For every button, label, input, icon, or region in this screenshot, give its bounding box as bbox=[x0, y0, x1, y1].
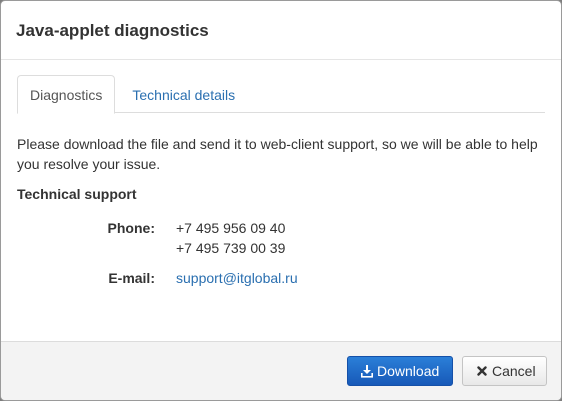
diagnostics-dialog: Java-applet diagnostics Diagnostics Tech… bbox=[0, 0, 562, 401]
phone-number-1: +7 495 956 09 40 bbox=[176, 220, 286, 236]
dialog-body: Diagnostics Technical details Please dow… bbox=[1, 60, 561, 340]
dialog-footer: Download Cancel bbox=[1, 341, 561, 400]
cancel-button-label: Cancel bbox=[492, 363, 536, 379]
dialog-title: Java-applet diagnostics bbox=[16, 21, 209, 40]
email-label: E-mail: bbox=[108, 270, 155, 286]
download-icon bbox=[361, 364, 373, 378]
technical-support-heading: Technical support bbox=[17, 186, 137, 202]
phone-numbers: +7 495 956 09 40 +7 495 739 00 39 bbox=[176, 218, 285, 258]
tab-bar: Diagnostics Technical details bbox=[17, 75, 545, 114]
cancel-button[interactable]: Cancel bbox=[462, 356, 547, 386]
close-icon bbox=[476, 364, 488, 378]
email-value: support@itglobal.ru bbox=[176, 268, 298, 288]
tab-technical-details[interactable]: Technical details bbox=[117, 75, 248, 113]
email-link[interactable]: support@itglobal.ru bbox=[176, 270, 298, 286]
tab-diagnostics[interactable]: Diagnostics bbox=[17, 75, 116, 114]
phone-label: Phone: bbox=[107, 220, 155, 236]
download-button-label: Download bbox=[377, 363, 440, 379]
phone-row: Phone: +7 495 956 09 40 +7 495 739 00 39 bbox=[17, 218, 545, 258]
instructions-text: Please download the file and send it to … bbox=[17, 136, 538, 172]
download-button[interactable]: Download bbox=[347, 356, 453, 386]
dialog-header: Java-applet diagnostics bbox=[1, 1, 561, 60]
phone-number-2: +7 495 739 00 39 bbox=[176, 240, 286, 256]
email-row: E-mail: support@itglobal.ru bbox=[17, 268, 545, 288]
